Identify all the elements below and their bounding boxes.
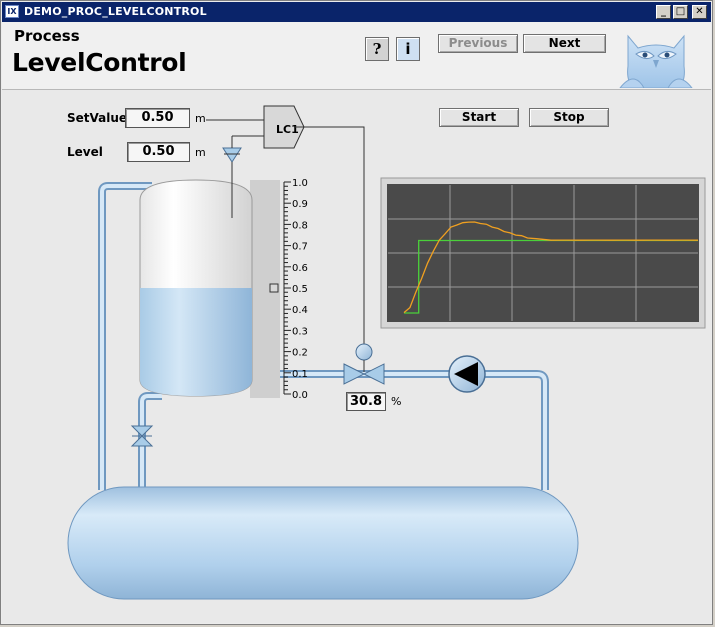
controller-label: LC1 [276, 123, 299, 136]
process-area: SetValue 0.50 m Level 0.50 m Start Stop [2, 90, 711, 623]
scale-tick-label: 0.2 [292, 348, 308, 359]
window-title: DEMO_PROC_LEVELCONTROL [24, 5, 207, 18]
scale-tick-label: 0.9 [292, 199, 308, 210]
next-button[interactable]: Next [523, 34, 606, 53]
tank-liquid [140, 288, 252, 396]
page-header: Process LevelControl ? i Previous Next [2, 22, 711, 90]
help-button[interactable]: ? [365, 37, 389, 61]
minimize-button[interactable]: _ [656, 5, 671, 19]
section-label: Process [14, 27, 80, 45]
valve-opening-value: 30.8 [346, 392, 386, 411]
scale-tick-label: 0.3 [292, 326, 308, 337]
tank [139, 179, 253, 397]
valve-opening-unit: % [391, 395, 402, 408]
scale-tick-label: 0.1 [292, 369, 308, 380]
app-icon: IX [5, 5, 19, 18]
scale-tick-label: 0.5 [292, 284, 308, 295]
scale-tick-label: 0.8 [292, 220, 308, 231]
process-diagram: 1.0 0.9 0.8 0.7 0.6 0.5 0.4 0.3 0.2 0.1 0.0 LC1 [67, 105, 706, 600]
owl-logo-icon [619, 34, 693, 88]
close-button[interactable]: ✕ [692, 5, 707, 19]
scale-ticks: 1.0 0.9 0.8 0.7 0.6 0.5 0.4 0.3 0.2 0.1 0.0 [283, 178, 308, 401]
maximize-button[interactable]: □ [673, 5, 688, 19]
scale-tick-label: 0.0 [292, 390, 308, 401]
reservoir-tank [67, 486, 579, 600]
level-indicator [269, 283, 279, 293]
previous-button[interactable]: Previous [438, 34, 518, 53]
page-title: LevelControl [12, 48, 187, 77]
scale-tick-label: 0.4 [292, 305, 308, 316]
scale-tick-label: 0.7 [292, 242, 308, 253]
scale-tick-label: 0.6 [292, 263, 308, 274]
title-bar: IX DEMO_PROC_LEVELCONTROL _ □ ✕ [2, 2, 711, 22]
scale-tick-label: 1.0 [292, 178, 308, 189]
valve-actuator-icon [355, 343, 373, 361]
info-button[interactable]: i [396, 37, 420, 61]
app-window: IX DEMO_PROC_LEVELCONTROL _ □ ✕ Process … [0, 0, 713, 625]
level-transmitter-icon [222, 147, 242, 163]
